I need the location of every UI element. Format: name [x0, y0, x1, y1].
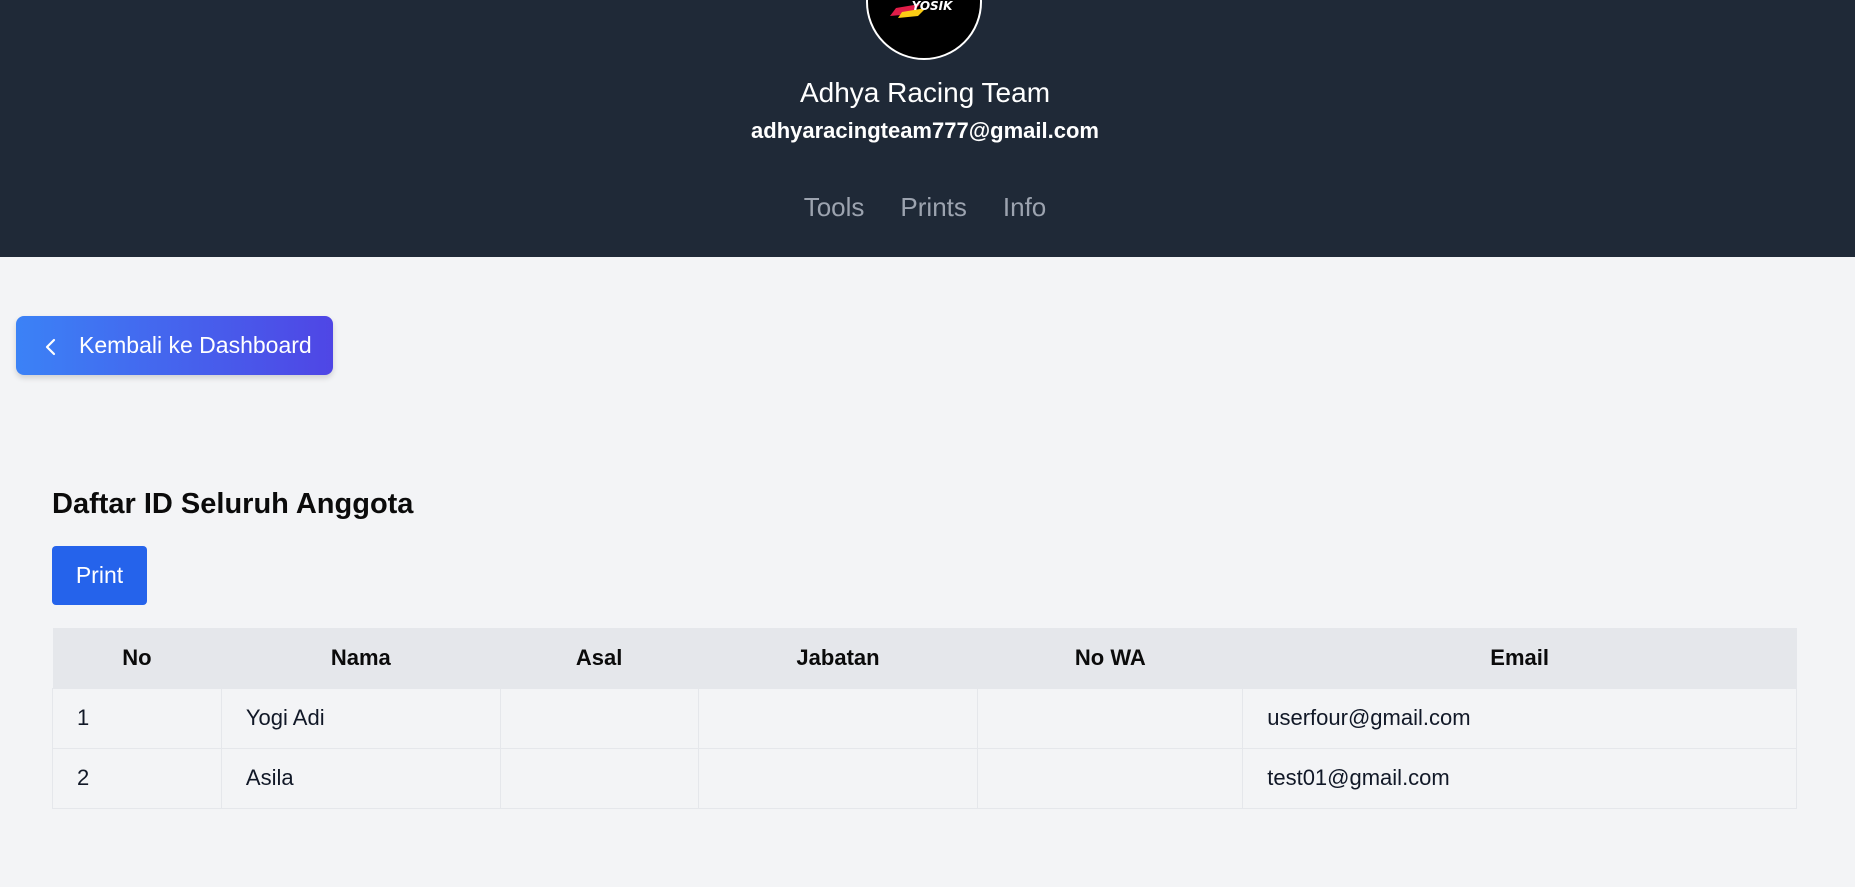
nav-prints[interactable]: Prints	[900, 188, 966, 226]
back-button-label: Kembali ke Dashboard	[79, 332, 312, 358]
cell-jabatan	[697, 687, 979, 749]
cell-email: test01@gmail.com	[1242, 747, 1797, 809]
team-email: adhyaracingteam777@gmail.com	[751, 118, 1099, 143]
column-header-no: No	[52, 628, 222, 689]
back-to-dashboard-button[interactable]: Kembali ke Dashboard	[16, 316, 333, 375]
team-logo-avatar: YOSIK	[866, 0, 982, 60]
chevron-left-icon	[43, 336, 59, 356]
cell-asal	[499, 747, 699, 809]
cell-jabatan	[697, 747, 979, 809]
cell-nama: Asila	[220, 747, 501, 809]
print-button[interactable]: Print	[52, 546, 147, 605]
column-header-no-wa: No WA	[977, 628, 1243, 689]
column-header-asal: Asal	[500, 628, 699, 689]
column-header-jabatan: Jabatan	[698, 628, 978, 689]
column-header-email: Email	[1242, 628, 1797, 689]
profile-header: YOSIK Adhya Racing Team adhyaracingteam7…	[0, 0, 1855, 257]
nav-tools[interactable]: Tools	[804, 188, 865, 226]
cell-email: userfour@gmail.com	[1242, 687, 1797, 749]
table-header-row: No Nama Asal Jabatan No WA Email	[52, 628, 1797, 689]
team-name: Adhya Racing Team	[799, 77, 1051, 108]
logo-text: YOSIK	[912, 0, 955, 13]
table-row: 1 Yogi Adi userfour@gmail.com	[52, 687, 1797, 749]
cell-no: 1	[52, 687, 222, 749]
cell-asal	[499, 687, 699, 749]
nav-info[interactable]: Info	[1003, 188, 1046, 226]
cell-no-wa	[977, 747, 1244, 809]
header-nav: Tools Prints Info	[0, 188, 1850, 226]
page-title: Daftar ID Seluruh Anggota	[52, 488, 414, 520]
members-table: No Nama Asal Jabatan No WA Email 1 Yogi …	[52, 628, 1797, 809]
cell-no: 2	[52, 747, 222, 809]
cell-no-wa	[977, 687, 1244, 749]
logo-image: YOSIK	[890, 0, 955, 18]
cell-nama: Yogi Adi	[220, 687, 501, 749]
column-header-nama: Nama	[221, 628, 501, 689]
table-row: 2 Asila test01@gmail.com	[52, 747, 1797, 809]
